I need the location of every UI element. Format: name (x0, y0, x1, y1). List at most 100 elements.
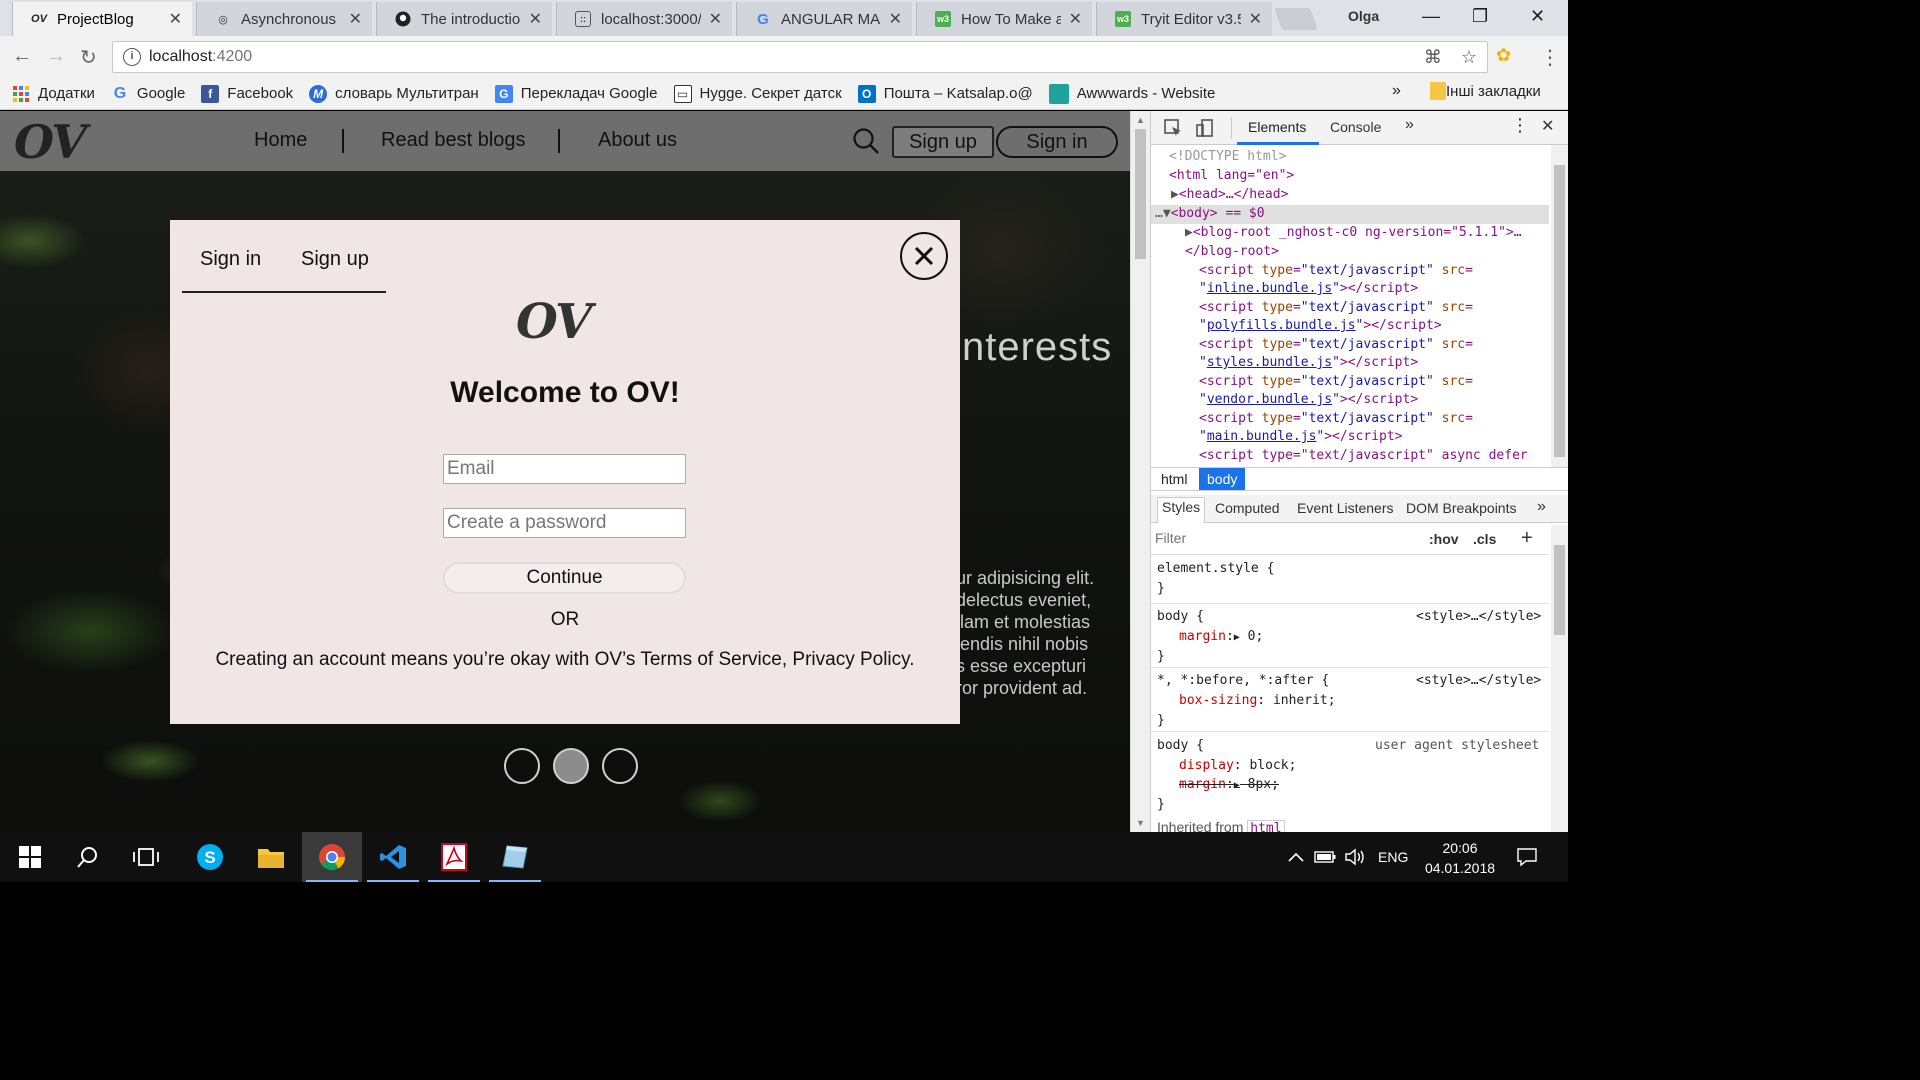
bookmark-facebook[interactable]: f Facebook (201, 84, 293, 103)
add-rule-icon[interactable]: + (1521, 527, 1533, 550)
extension-icon[interactable]: ✿ (1496, 45, 1511, 66)
styles-scrollbar[interactable] (1551, 525, 1568, 832)
input-language-indicator[interactable]: ENG (1378, 832, 1408, 882)
close-devtools-icon[interactable]: ✕ (1541, 116, 1554, 136)
address-bar[interactable]: i localhost:4200 ⌘ ☆ (112, 41, 1488, 73)
dom-script[interactable]: <script type="text/javascript" src= (1199, 299, 1473, 318)
nav-read-best-blogs[interactable]: Read best blogs (381, 129, 526, 152)
script-link[interactable]: styles.bundle.js (1207, 355, 1332, 370)
dom-script[interactable]: <script type="text/javascript" src= (1199, 336, 1473, 355)
system-clock[interactable]: 20:06 04.01.2018 (1418, 838, 1502, 878)
tab-styles[interactable]: Styles (1157, 497, 1206, 523)
menu-kebab-icon[interactable]: ⋮ (1540, 45, 1560, 70)
expand-triangle-icon[interactable]: ▶ (1234, 780, 1240, 791)
script-link[interactable]: polyfills.bundle.js (1207, 318, 1356, 333)
script-link[interactable]: main.bundle.js (1207, 429, 1317, 444)
site-info-icon[interactable]: i (123, 48, 141, 66)
bookmark-awwwards[interactable]: Awwwards - Website (1048, 83, 1215, 104)
dom-html[interactable]: <html lang="en"> (1169, 167, 1294, 186)
browser-tab-localhost3000[interactable]: :: localhost:3000/ ✕ (556, 2, 732, 36)
breadcrumb-html[interactable]: html (1153, 468, 1195, 490)
bookmark-hygge[interactable]: ▭ Hygge. Секрет датск (673, 84, 842, 103)
browser-tab-github[interactable]: The introductio ✕ (376, 2, 552, 36)
dom-script[interactable]: <script type="text/javascript" src= (1199, 262, 1473, 281)
page-scroll-thumb[interactable] (1135, 129, 1146, 259)
carousel-dot-3[interactable] (602, 748, 638, 784)
body-rule-source-link[interactable]: <style>…</style> (1416, 607, 1541, 627)
hover-state-toggle[interactable]: :hov (1429, 531, 1459, 547)
bookmark-google[interactable]: G Google (111, 85, 186, 103)
skype-icon[interactable]: S (180, 832, 240, 882)
devtools-menu-icon[interactable]: ⋮ (1511, 115, 1529, 136)
close-tab-icon[interactable]: ✕ (1249, 9, 1262, 29)
dom-script-src[interactable]: "styles.bundle.js"></script> (1199, 354, 1418, 373)
tab-event-listeners[interactable]: Event Listeners (1297, 500, 1394, 516)
styles-filter-input[interactable] (1155, 530, 1405, 546)
modal-tab-sign-up[interactable]: Sign up (301, 248, 369, 271)
password-field[interactable] (443, 508, 686, 538)
nav-about-us[interactable]: About us (598, 129, 677, 152)
forward-arrow-icon[interactable]: → (46, 45, 66, 68)
more-tabs-button[interactable]: » (1405, 116, 1414, 134)
universal-rule-source-link[interactable]: <style>…</style> (1416, 671, 1541, 691)
pdf-reader-icon[interactable] (424, 832, 484, 882)
minimize-icon[interactable]: — (1422, 6, 1440, 27)
element-style-selector[interactable]: element.style { (1157, 559, 1274, 579)
script-link[interactable]: inline.bundle.js (1207, 281, 1332, 296)
close-tab-icon[interactable]: ✕ (349, 9, 362, 29)
file-explorer-icon[interactable] (241, 832, 301, 882)
back-arrow-icon[interactable]: ← (12, 45, 32, 68)
app-icon[interactable] (485, 832, 545, 882)
new-tab-button[interactable] (1273, 8, 1319, 30)
script-link[interactable]: vendor.bundle.js (1207, 392, 1332, 407)
email-field[interactable] (443, 454, 686, 484)
more-subtabs-button[interactable]: » (1537, 498, 1546, 516)
dom-scrollbar[interactable] (1551, 145, 1568, 467)
bookmark-star-icon[interactable]: ☆ (1461, 47, 1477, 67)
close-tab-icon[interactable]: ✕ (529, 9, 542, 29)
styles-scroll-thumb[interactable] (1554, 545, 1565, 635)
show-hidden-icons-button[interactable] (1288, 832, 1304, 882)
inspect-element-icon[interactable] (1163, 118, 1183, 141)
browser-tab-how-to-make[interactable]: w3 How To Make a ✕ (916, 2, 1092, 36)
carousel-dot-1[interactable] (504, 748, 540, 784)
universal-rule-selector[interactable]: *, *:before, *:after { (1157, 671, 1329, 691)
browser-tab-asynchronous[interactable]: ◎ Asynchronous P ✕ (196, 2, 372, 36)
dom-head[interactable]: ▶<head>…</head> (1171, 186, 1288, 205)
dom-script-src[interactable]: "vendor.bundle.js"></script> (1199, 391, 1418, 410)
expand-triangle-icon[interactable]: ▶ (1171, 187, 1179, 202)
dom-blog-root[interactable]: ▶<blog-root _nghost-c0 ng-version="5.1.1… (1185, 224, 1522, 243)
action-center-icon[interactable] (1516, 832, 1538, 882)
translate-icon[interactable]: ⌘ (1424, 47, 1442, 67)
tab-computed[interactable]: Computed (1215, 500, 1280, 516)
close-tab-icon[interactable]: ✕ (889, 9, 902, 29)
bookmark-google-translate[interactable]: G Перекладач Google (494, 84, 658, 103)
overridden-margin-declaration[interactable]: margin:▶ 8px; (1179, 775, 1279, 796)
bookmark-multitran[interactable]: M словарь Мультитран (309, 84, 479, 103)
tab-elements[interactable]: Elements (1248, 119, 1306, 135)
volume-icon[interactable] (1344, 832, 1366, 882)
breadcrumb-body[interactable]: body (1199, 468, 1246, 490)
dom-script-src[interactable]: "main.bundle.js"></script> (1199, 428, 1403, 447)
collapse-triangle-icon[interactable]: ▼ (1163, 206, 1171, 221)
chrome-icon[interactable] (302, 832, 362, 882)
search-icon[interactable] (852, 127, 880, 160)
dom-script[interactable]: <script type="text/javascript" src= (1199, 373, 1473, 392)
browser-tab-tryit[interactable]: w3 Tryit Editor v3.5 ✕ (1096, 2, 1272, 36)
search-icon[interactable] (58, 832, 118, 882)
modal-tab-sign-in[interactable]: Sign in (200, 248, 261, 271)
dom-script-src[interactable]: "polyfills.bundle.js"></script> (1199, 317, 1442, 336)
scroll-up-arrow-icon[interactable]: ▲ (1136, 115, 1145, 125)
header-sign-up-button[interactable]: Sign up (892, 126, 994, 158)
bookmark-outlook[interactable]: O Пошта – Katsalap.o@ (857, 84, 1033, 103)
ua-body-rule-selector[interactable]: body { (1157, 736, 1204, 756)
expand-triangle-icon[interactable]: ▶ (1185, 225, 1193, 240)
start-button[interactable] (0, 832, 60, 882)
dom-body[interactable]: …▼<body> == $0 (1155, 205, 1265, 224)
nav-home[interactable]: Home (254, 129, 307, 152)
site-logo[interactable]: OV (14, 115, 87, 169)
dom-script[interactable]: <script type="text/javascript" src= (1199, 410, 1473, 429)
expand-triangle-icon[interactable]: ▶ (1234, 632, 1240, 643)
bookmark-apps[interactable]: Додатки (12, 85, 95, 103)
close-tab-icon[interactable]: ✕ (169, 9, 182, 29)
